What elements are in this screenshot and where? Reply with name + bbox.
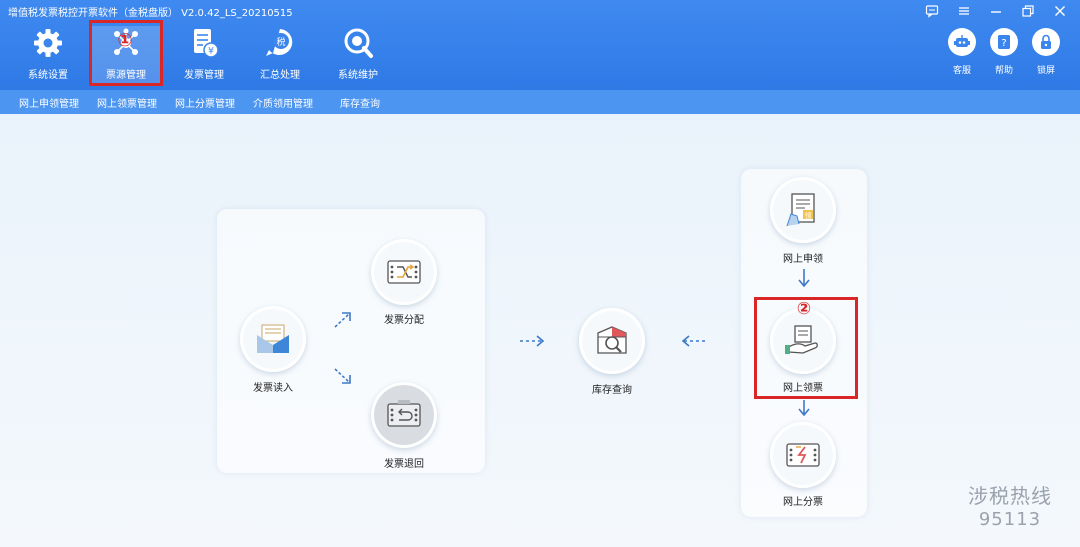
wrench-icon (344, 28, 373, 58)
watermark-line2: 95113 (978, 509, 1042, 530)
robot-icon (948, 28, 976, 56)
label-online-split: 网上分票 (783, 497, 823, 508)
restore-icon[interactable] (1016, 2, 1040, 20)
toolbar-label: 客服 (952, 66, 971, 76)
arrow-right-icon (520, 335, 545, 347)
ticket-return-icon (387, 400, 421, 427)
arrow-up-right-icon (334, 312, 351, 328)
envelope-icon (257, 324, 289, 353)
toolbar-label: 发票管理 (184, 70, 224, 81)
arrow-down-right-icon (334, 368, 351, 384)
svg-text:?: ? (1001, 38, 1006, 49)
invoice-icon: ¥ (194, 29, 219, 58)
toolbar-summary[interactable]: 税 汇总处理 (245, 26, 315, 84)
arrow-down-icon (798, 269, 810, 288)
label-invoice-read-in: 发票读入 (253, 383, 293, 394)
help-icon: ? (990, 28, 1018, 56)
toolbar-help[interactable]: ? 帮助 (984, 28, 1024, 76)
label-invoice-distribute: 发票分配 (384, 315, 424, 326)
subnav-inventory-query[interactable]: 库存查询 (340, 95, 380, 110)
annotation-marker-2: ② (796, 299, 812, 319)
subnav-online-apply[interactable]: 网上申领管理 (19, 95, 79, 110)
main-content: 发票读入 发票分配 发票退回 库存查询 领 网上申领 网上领票 ② 网上分票 涉… (0, 114, 1080, 547)
watermark-line1: 涉税热线 (968, 484, 1052, 508)
node-invoice-return[interactable] (371, 382, 437, 448)
sub-navigation: 网上申领管理 网上领票管理 网上分票管理 介质领用管理 库存查询 (0, 90, 1080, 114)
toolbar-label: 系统维护 (338, 70, 378, 81)
watermark-hotline: 涉税热线 95113 (968, 480, 1052, 530)
svg-text:税: 税 (276, 36, 285, 48)
svg-text:领: 领 (805, 211, 812, 220)
menu-icon[interactable] (952, 2, 976, 20)
close-icon[interactable] (1048, 2, 1072, 20)
ticket-split-icon (786, 443, 820, 467)
svg-text:¥: ¥ (208, 47, 214, 57)
node-invoice-read-in[interactable] (240, 306, 306, 372)
label-inventory-query: 库存查询 (592, 385, 632, 396)
arrow-left-icon (681, 335, 706, 347)
lock-icon (1032, 28, 1060, 56)
annotation-marker-1: ① (117, 30, 133, 51)
tax-summary-icon: 税 (266, 29, 293, 56)
subnav-online-split[interactable]: 网上分票管理 (175, 95, 235, 110)
subnav-online-receive[interactable]: 网上领票管理 (97, 95, 157, 110)
toolbar-system-maintenance[interactable]: 系统维护 (323, 26, 393, 84)
ticket-distribute-icon (387, 260, 421, 284)
toolbar-customer-service[interactable]: 客服 (942, 28, 982, 76)
toolbar-invoice-management[interactable]: ¥ 发票管理 (169, 26, 239, 84)
app-title: 增值税发票税控开票软件（金税盘版） V2.0.42_LS_20210515 (8, 8, 293, 19)
node-online-apply[interactable]: 领 (770, 177, 836, 243)
box-search-icon (597, 326, 627, 354)
node-inventory-query[interactable] (579, 308, 645, 374)
minimize-icon[interactable] (984, 2, 1008, 20)
toolbar-label: 锁屏 (1036, 66, 1055, 76)
top-bar: 增值税发票税控开票软件（金税盘版） V2.0.42_LS_20210515 系统… (0, 0, 1080, 90)
node-invoice-distribute[interactable] (371, 239, 437, 305)
apply-form-icon: 领 (786, 193, 815, 227)
subnav-medium-issue[interactable]: 介质领用管理 (253, 95, 313, 110)
toolbar-label: 系统设置 (28, 70, 68, 81)
label-invoice-return: 发票退回 (384, 459, 424, 470)
toolbar-lock-screen[interactable]: 锁屏 (1026, 28, 1066, 76)
label-online-apply: 网上申领 (783, 254, 823, 265)
toolbar-label: 帮助 (994, 66, 1013, 76)
message-icon[interactable] (920, 2, 944, 20)
toolbar-system-settings[interactable]: 系统设置 (13, 26, 83, 84)
node-online-split[interactable] (770, 422, 836, 488)
window-controls (920, 2, 1072, 20)
toolbar-label: 汇总处理 (260, 70, 300, 81)
gear-icon (34, 29, 62, 57)
arrow-down-icon (798, 400, 810, 417)
